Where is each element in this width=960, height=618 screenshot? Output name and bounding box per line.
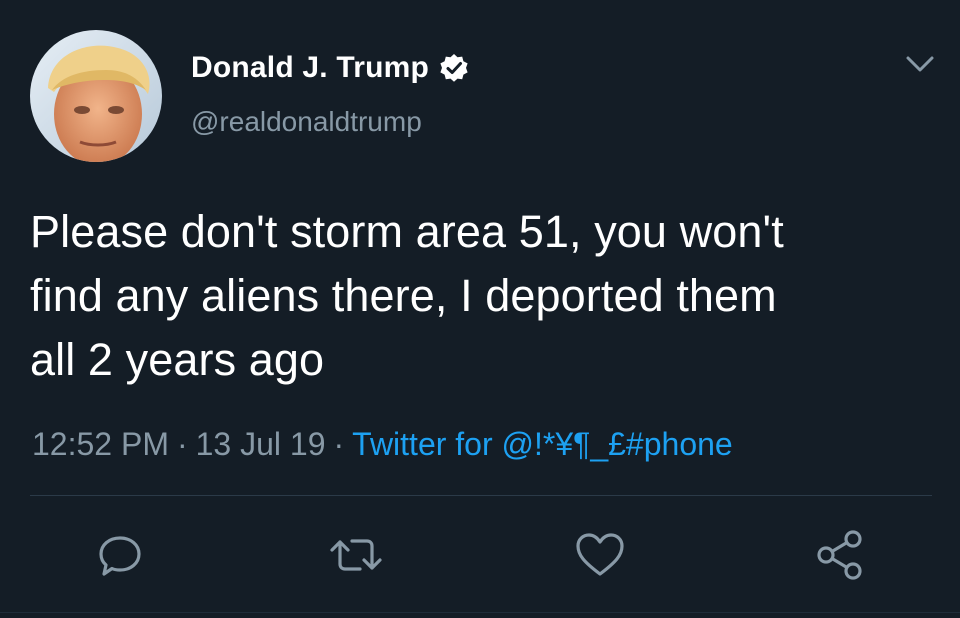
tweet-text: Please don't storm area 51, you won't fi… xyxy=(30,200,940,392)
meta-separator: · xyxy=(176,426,188,462)
tweet-date[interactable]: 13 Jul 19 xyxy=(196,426,326,462)
share-icon xyxy=(817,530,862,580)
chevron-down-icon[interactable] xyxy=(898,50,942,80)
profile-photo-icon xyxy=(30,30,162,162)
tweet-line: all 2 years ago xyxy=(30,334,325,385)
share-button[interactable] xyxy=(812,527,868,583)
tweet-line: Please don't storm area 51, you won't xyxy=(30,206,784,257)
reply-button[interactable] xyxy=(92,527,148,583)
retweet-icon xyxy=(330,539,382,571)
tweet-line: find any aliens there, I deported them xyxy=(30,270,777,321)
retweet-button[interactable] xyxy=(328,527,384,583)
tweet-time[interactable]: 12:52 PM xyxy=(32,426,169,462)
bottom-divider xyxy=(0,612,960,613)
tweet-source-link[interactable]: Twitter for @!*¥¶_£#phone xyxy=(352,426,733,462)
divider xyxy=(30,495,932,496)
like-icon xyxy=(576,533,624,576)
name-row: Donald J. Trump xyxy=(191,46,469,90)
reply-icon xyxy=(99,536,141,576)
tweet-card: Donald J. Trump @realdonaldtrump Please … xyxy=(0,0,960,618)
verified-badge-icon xyxy=(439,53,469,83)
tweet-meta: 12:52 PM · 13 Jul 19 · Twitter for @!*¥¶_£#p… xyxy=(32,420,733,468)
avatar[interactable] xyxy=(30,30,162,162)
meta-separator: · xyxy=(333,426,345,462)
like-button[interactable] xyxy=(572,527,628,583)
display-name[interactable]: Donald J. Trump xyxy=(191,51,429,85)
user-handle[interactable]: @realdonaldtrump xyxy=(191,106,422,138)
